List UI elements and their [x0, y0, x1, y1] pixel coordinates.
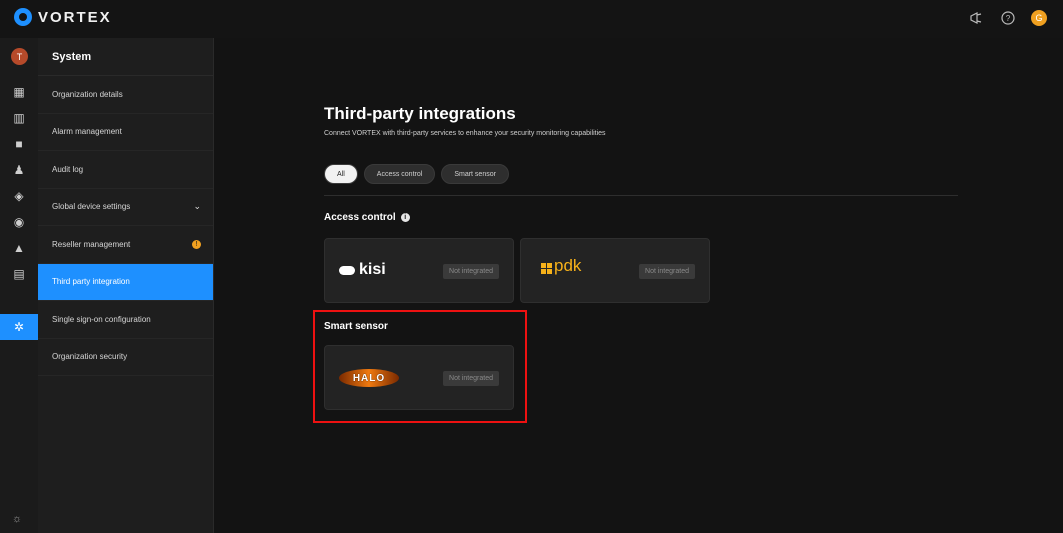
sidenav-title: System — [38, 38, 213, 76]
archive-icon[interactable]: ▤ — [0, 261, 38, 287]
kisi-mark-icon — [339, 265, 355, 275]
section-smart-sensor: Smart sensor — [324, 321, 388, 332]
dashboard-icon[interactable]: ▦ — [0, 79, 38, 105]
pdk-mark-icon — [541, 263, 552, 274]
sidebar-item-label: Organization security — [52, 352, 128, 362]
pdk-logo: pdk — [541, 257, 581, 274]
sidebar-item-label: Third party integration — [52, 277, 130, 287]
integration-card-pdk[interactable]: pdk Not integrated — [520, 238, 710, 303]
device-icon[interactable]: ◈ — [0, 183, 38, 209]
info-icon[interactable]: i — [400, 213, 410, 222]
status-badge: Not integrated — [639, 264, 695, 279]
grid-icon[interactable]: ▥ — [0, 105, 38, 131]
app-name: VORTEX — [38, 8, 112, 26]
main-content: Third-party integrations Connect VORTEX … — [214, 38, 1063, 533]
filter-chips: All Access control Smart sensor — [324, 164, 509, 184]
user-avatar[interactable]: G — [1031, 10, 1047, 26]
sidebar-item-global-device-settings[interactable]: Global device settings ⌄ — [38, 189, 213, 226]
sidebar-item-label: Audit log — [52, 164, 84, 174]
sidebar-item-label: Reseller management — [52, 239, 131, 249]
chevron-down-icon[interactable]: ⌄ — [193, 201, 201, 212]
org-avatar[interactable]: T — [11, 48, 28, 65]
sidebar-item-label: Global device settings — [52, 202, 131, 212]
sidebar-item-third-party-integration[interactable]: Third party integration — [38, 263, 213, 301]
location-icon[interactable]: ◉ — [0, 209, 38, 235]
section-title-label: Smart sensor — [324, 321, 388, 332]
vortex-logo-icon — [14, 8, 32, 26]
pdk-logo-text: pdk — [554, 256, 582, 275]
announcement-icon[interactable] — [967, 9, 985, 27]
top-icons: ? G — [967, 9, 1047, 27]
page-title: Third-party integrations — [324, 104, 516, 123]
sidebar-item-organization-details[interactable]: Organization details — [38, 76, 213, 114]
halo-logo-text: HALO — [352, 372, 386, 384]
sidebar-item-audit-log[interactable]: Audit log — [38, 151, 213, 189]
halo-logo: HALO — [339, 369, 399, 387]
help-icon[interactable]: ? — [999, 9, 1017, 27]
top-bar: VORTEX ? G — [0, 0, 1063, 38]
warning-badge-icon: ! — [192, 239, 201, 249]
sidebar-item-organization-security[interactable]: Organization security — [38, 339, 213, 376]
section-title-label: Access control — [324, 212, 396, 223]
settings-icon[interactable]: ✲ — [0, 314, 38, 340]
sidebar-item-label: Organization details — [52, 89, 123, 99]
camera-icon[interactable]: ■ — [0, 131, 38, 157]
divider — [324, 195, 958, 196]
filter-all[interactable]: All — [324, 164, 358, 184]
sun-icon[interactable]: ☼ — [12, 513, 22, 525]
kisi-logo: kisi — [339, 261, 386, 279]
sidebar-item-reseller-management[interactable]: Reseller management ! — [38, 226, 213, 264]
kisi-logo-text: kisi — [359, 261, 386, 278]
section-access-control: Access control i — [324, 212, 410, 223]
sidebar-item-single-sign-on[interactable]: Single sign-on configuration — [38, 301, 213, 339]
sidebar-item-label: Single sign-on configuration — [52, 314, 151, 324]
filter-smart-sensor[interactable]: Smart sensor — [441, 164, 509, 184]
page-subtitle: Connect VORTEX with third-party services… — [324, 130, 606, 137]
integration-card-halo[interactable]: HALO Not integrated — [324, 345, 514, 410]
sidebar-item-alarm-management[interactable]: Alarm management — [38, 114, 213, 151]
settings-sidenav: System Organization details Alarm manage… — [38, 38, 214, 533]
alert-icon[interactable]: ▲ — [0, 235, 38, 261]
integration-card-kisi[interactable]: kisi Not integrated — [324, 238, 514, 303]
sidebar-item-label: Alarm management — [52, 127, 122, 137]
status-badge: Not integrated — [443, 371, 499, 386]
filter-access-control[interactable]: Access control — [363, 164, 436, 184]
app-logo[interactable]: VORTEX — [14, 8, 112, 26]
status-badge: Not integrated — [443, 264, 499, 279]
person-icon[interactable]: ♟ — [0, 157, 38, 183]
icon-rail: T ▦ ▥ ■ ♟ ◈ ◉ ▲ ▤ ✲ ☼ — [0, 38, 38, 533]
svg-text:?: ? — [1006, 14, 1011, 23]
